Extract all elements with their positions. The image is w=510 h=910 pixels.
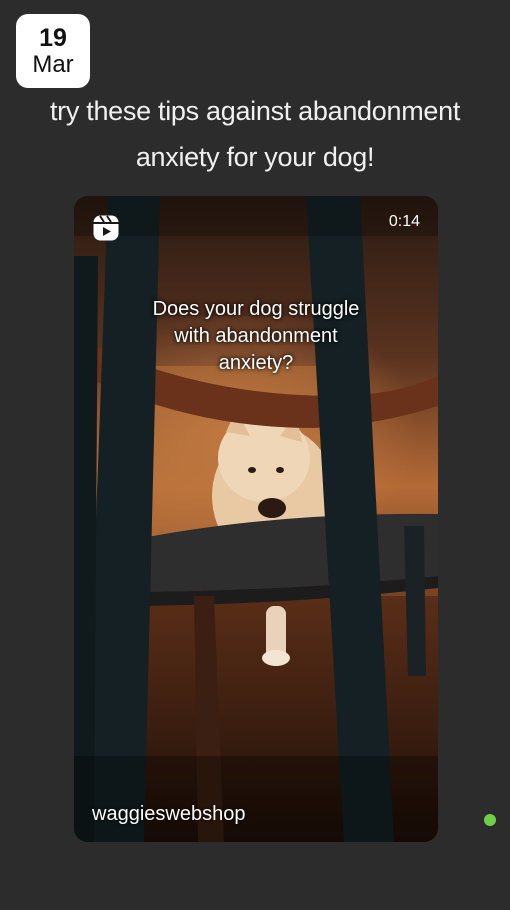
overlay-line-2: with abandonment <box>174 325 338 347</box>
reel-preview[interactable]: 0:14 Does your dog struggle with abandon… <box>74 196 438 842</box>
story-page: 19 Mar try these tips against abandonmen… <box>0 0 510 910</box>
video-overlay-text: Does your dog struggle with abandonment … <box>114 296 398 377</box>
caption-line-2: anxiety for your dog! <box>135 142 375 172</box>
post-caption: try these tips against abandonment anxie… <box>20 88 490 180</box>
date-month: Mar <box>32 50 74 78</box>
overlay-line-3: anxiety? <box>218 352 294 374</box>
online-status-dot <box>484 814 496 826</box>
overlay-line-1: Does your dog struggle <box>152 298 360 320</box>
caption-line-1: try these tips against abandonment <box>49 96 461 126</box>
reel-author[interactable]: waggieswebshop <box>92 803 245 826</box>
video-duration: 0:14 <box>388 213 420 230</box>
date-badge: 19 Mar <box>16 14 90 88</box>
reels-icon <box>93 215 119 241</box>
reel-thumbnail-image <box>74 196 438 842</box>
date-day: 19 <box>39 23 67 52</box>
